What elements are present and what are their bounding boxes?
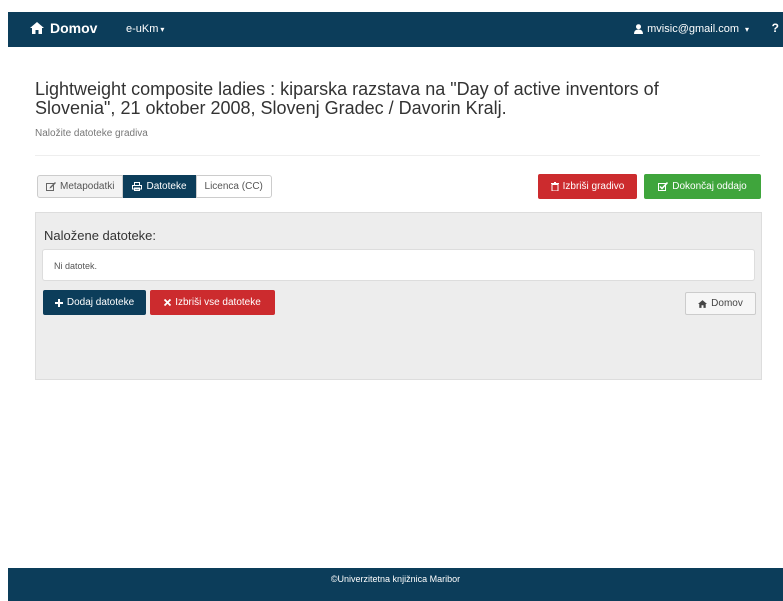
caret-down-icon: ▾ xyxy=(744,24,749,34)
uploaded-files-title: Naložene datoteke: xyxy=(44,228,157,243)
ekm-menu-label: e-uKm xyxy=(126,23,159,35)
tab-datoteke[interactable]: Datoteke xyxy=(123,175,196,198)
finish-submission-label: Dokončaj oddajo xyxy=(672,181,747,192)
home-icon xyxy=(698,299,708,308)
caret-down-icon: ▾ xyxy=(160,25,165,34)
delete-all-files-label: Izbriši vse datoteke xyxy=(175,297,261,308)
tab-licenca-label: Licenca (CC) xyxy=(204,181,263,192)
user-icon xyxy=(634,24,644,34)
home-button[interactable]: Domov xyxy=(685,292,756,315)
divider xyxy=(35,155,760,156)
plus-icon xyxy=(54,298,63,307)
user-email: mvisic@gmail.com xyxy=(647,23,739,35)
top-navbar: Domov e-uKm ▾ mvisic@gmail.com ▾ ? xyxy=(8,12,783,47)
add-files-button[interactable]: Dodaj datoteke xyxy=(43,290,146,315)
check-square-icon xyxy=(658,182,669,191)
delete-gradivo-label: Izbriši gradivo xyxy=(562,181,625,192)
page-title: Lightweight composite ladies : kiparska … xyxy=(35,79,659,118)
footer-copyright: ©Univerzitetna knjižnica Maribor xyxy=(330,574,461,584)
user-menu[interactable]: mvisic@gmail.com ▾ xyxy=(634,23,749,35)
home-button-label: Domov xyxy=(711,298,743,309)
uploaded-files-panel: Naložene datoteke: Ni datotek. Dodaj dat… xyxy=(35,212,762,380)
edit-icon xyxy=(46,182,56,191)
tab-licenca[interactable]: Licenca (CC) xyxy=(195,175,272,198)
print-icon xyxy=(132,182,143,191)
finish-submission-button[interactable]: Dokončaj oddajo xyxy=(644,174,761,199)
trash-icon xyxy=(550,182,559,191)
delete-all-files-button[interactable]: Izbriši vse datoteke xyxy=(150,290,275,315)
ekm-menu[interactable]: e-uKm ▾ xyxy=(126,23,164,35)
footer: ©Univerzitetna knjižnica Maribor xyxy=(8,568,783,601)
tab-bar: Metapodatki Datoteke Licenca (CC) xyxy=(37,175,272,198)
home-icon xyxy=(30,22,44,34)
tab-datoteke-label: Datoteke xyxy=(146,181,187,192)
help-label: ? xyxy=(771,21,779,35)
tab-metapodatki-label: Metapodatki xyxy=(60,181,115,192)
no-files-text: Ni datotek. xyxy=(54,261,98,271)
page-subtitle: Naložite datoteke gradiva xyxy=(35,128,148,139)
close-icon xyxy=(164,299,172,306)
delete-gradivo-button[interactable]: Izbriši gradivo xyxy=(538,174,637,199)
uploaded-files-list: Ni datotek. xyxy=(42,249,755,281)
tab-metapodatki[interactable]: Metapodatki xyxy=(37,175,124,198)
home-link-label: Domov xyxy=(50,20,98,36)
home-link[interactable]: Domov xyxy=(30,20,97,36)
add-files-label: Dodaj datoteke xyxy=(66,297,135,308)
help-button[interactable]: ? xyxy=(772,21,779,35)
